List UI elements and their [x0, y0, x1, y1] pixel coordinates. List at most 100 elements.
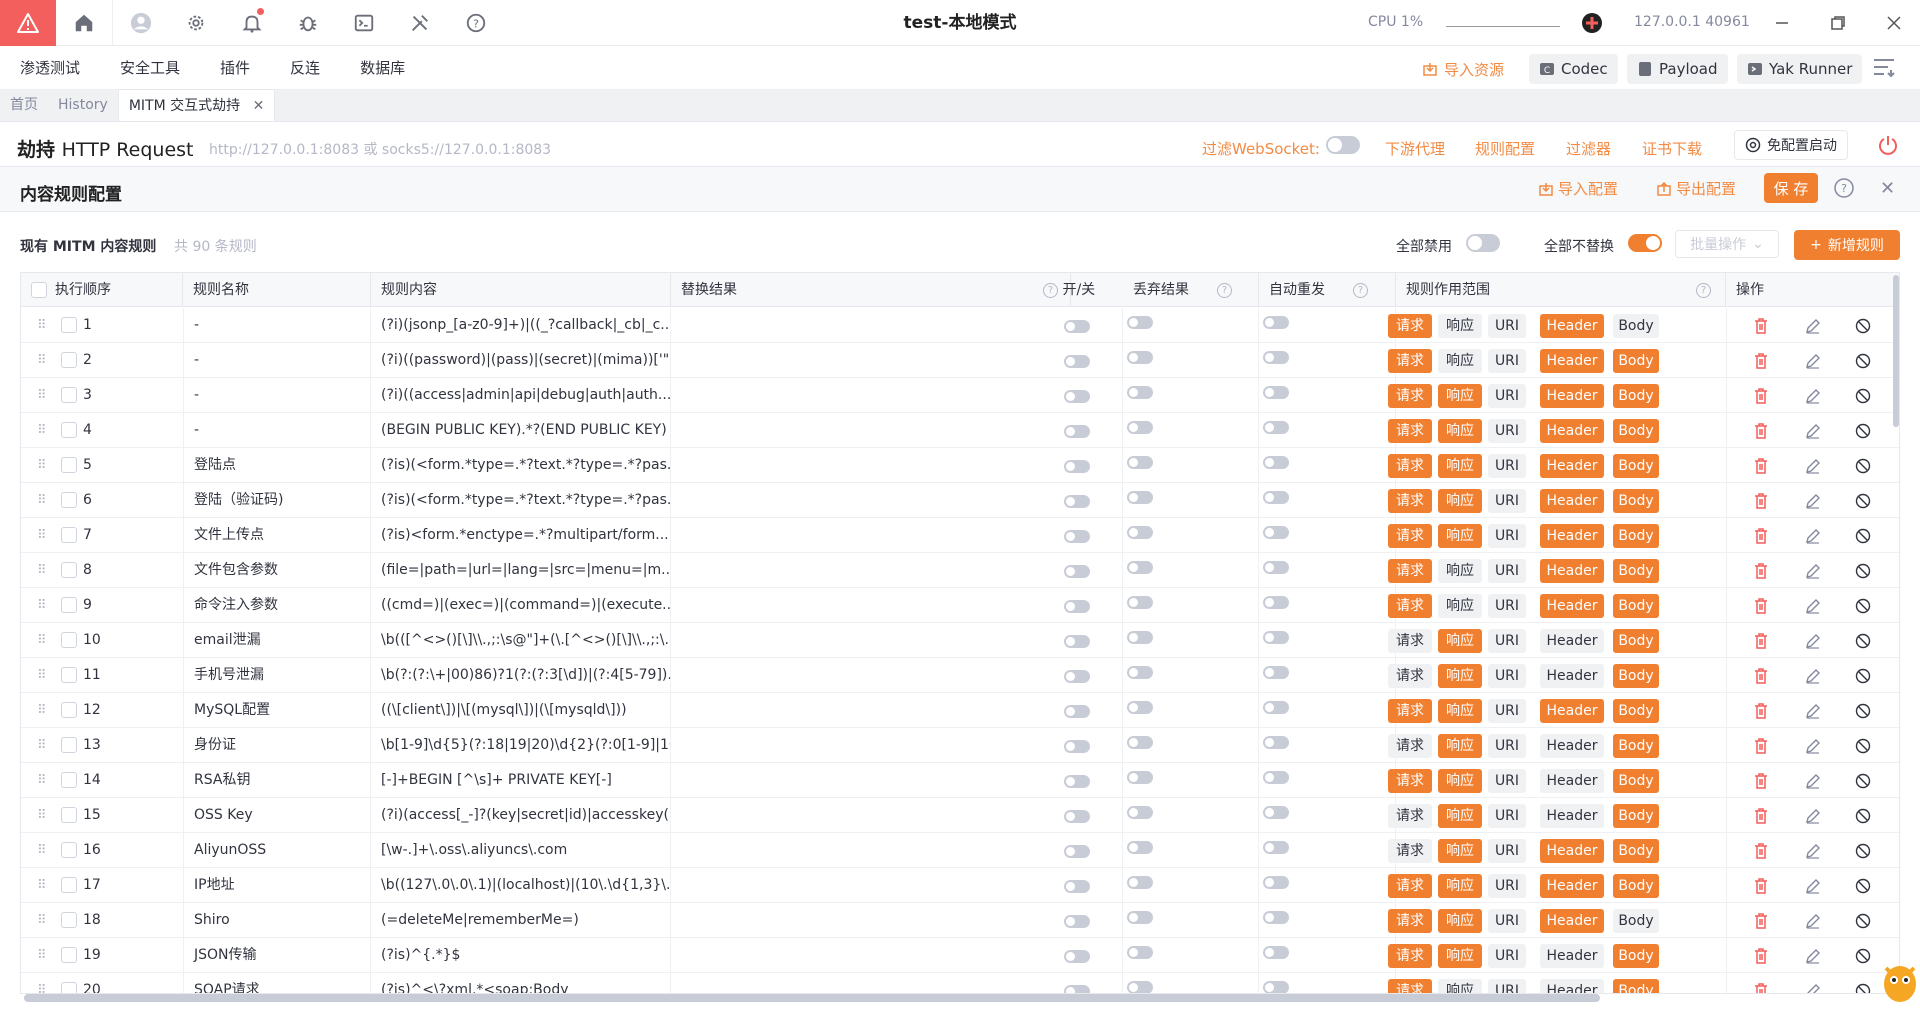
row-checkbox[interactable] [60, 702, 77, 718]
edit-icon[interactable] [1803, 841, 1823, 861]
menu-plugins[interactable]: 插件 [200, 57, 270, 78]
scope-tag[interactable]: Body [1613, 384, 1659, 408]
table-row[interactable]: ⠿ 11 手机号泄漏 \b(?:(?:\+|00)86)?1(?:(?:3[\d])… [21, 658, 1899, 693]
rule-onoff-toggle[interactable] [1064, 985, 1090, 993]
scope-tag[interactable]: 请求 [1388, 699, 1432, 723]
drag-handle-icon[interactable]: ⠿ [37, 528, 47, 543]
scope-tag[interactable]: URI [1488, 769, 1526, 793]
scope-tag[interactable]: 响应 [1438, 629, 1482, 653]
disable-icon[interactable] [1853, 561, 1873, 581]
table-row[interactable]: ⠿ 1- (?i)(jsonp_[a-z0-9]+)|((_?callback|_… [21, 308, 1899, 343]
delete-icon[interactable] [1751, 736, 1771, 756]
drag-handle-icon[interactable]: ⠿ [37, 388, 47, 403]
disable-icon[interactable] [1853, 701, 1873, 721]
menu-reverse[interactable]: 反连 [270, 57, 340, 78]
help-icon[interactable]: ? [448, 0, 504, 46]
edit-icon[interactable] [1803, 701, 1823, 721]
edit-icon[interactable] [1803, 526, 1823, 546]
table-row[interactable]: ⠿ 12 MySQL配置 ((\[client\])|\[(mysql\])|(\[… [21, 693, 1899, 728]
scope-tag[interactable]: Header [1540, 699, 1604, 723]
edit-icon[interactable] [1803, 316, 1823, 336]
rule-onoff-toggle[interactable] [1064, 845, 1090, 862]
scope-help-icon[interactable]: ? [1696, 282, 1711, 298]
drag-handle-icon[interactable]: ⠿ [37, 353, 47, 368]
scope-tag[interactable]: 请求 [1388, 769, 1432, 793]
batch-ops-dropdown[interactable]: 批量操作 ⌄ [1675, 230, 1779, 258]
row-checkbox[interactable] [60, 387, 77, 403]
notification-bell-icon[interactable] [224, 0, 280, 46]
scope-tag[interactable]: 响应 [1438, 734, 1482, 758]
scope-tag[interactable]: Body [1613, 839, 1659, 863]
scope-tag[interactable]: 请求 [1388, 804, 1432, 828]
scope-tag[interactable]: 请求 [1388, 419, 1432, 443]
scope-tag[interactable]: 请求 [1388, 349, 1432, 373]
drag-handle-icon[interactable]: ⠿ [37, 948, 47, 963]
scope-tag[interactable]: 响应 [1438, 489, 1482, 513]
row-checkbox[interactable] [60, 842, 77, 858]
scope-tag[interactable]: Header [1540, 979, 1604, 993]
scope-tag[interactable]: Header [1540, 384, 1604, 408]
table-row[interactable]: ⠿ 14 RSA私钥 [-]+BEGIN [^\s]+ PRIVATE KEY[-]… [21, 763, 1899, 798]
new-rule-button[interactable]: + 新增规则 [1794, 230, 1900, 260]
rule-onoff-toggle[interactable] [1064, 950, 1090, 967]
row-checkbox[interactable] [60, 457, 77, 473]
rule-onoff-toggle[interactable] [1064, 390, 1090, 407]
delete-icon[interactable] [1751, 946, 1771, 966]
auto-replay-help-icon[interactable]: ? [1353, 282, 1368, 298]
scope-tag[interactable]: 请求 [1388, 314, 1432, 338]
scope-tag[interactable]: 响应 [1438, 874, 1482, 898]
export-config-button[interactable]: 导出配置 [1656, 178, 1736, 199]
horizontal-scrollbar[interactable] [24, 994, 1600, 1002]
scope-tag[interactable]: URI [1488, 594, 1526, 618]
scope-tag[interactable]: 请求 [1388, 874, 1432, 898]
scope-tag[interactable]: Header [1540, 314, 1604, 338]
rule-onoff-toggle[interactable] [1064, 670, 1090, 687]
scope-tag[interactable]: 响应 [1438, 979, 1482, 993]
scope-tag[interactable]: 响应 [1438, 559, 1482, 583]
scope-tag[interactable]: 请求 [1388, 839, 1432, 863]
rule-onoff-toggle[interactable] [1064, 425, 1090, 442]
disable-icon[interactable] [1853, 316, 1873, 336]
filter-link[interactable]: 过滤器 [1566, 138, 1611, 159]
delete-icon[interactable] [1751, 561, 1771, 581]
delete-icon[interactable] [1751, 771, 1771, 791]
row-checkbox[interactable] [60, 807, 77, 823]
drag-handle-icon[interactable]: ⠿ [37, 738, 47, 753]
rule-onoff-toggle[interactable] [1064, 320, 1090, 337]
drag-handle-icon[interactable]: ⠿ [37, 318, 47, 333]
disable-icon[interactable] [1853, 596, 1873, 616]
edit-icon[interactable] [1803, 421, 1823, 441]
edit-icon[interactable] [1803, 736, 1823, 756]
row-checkbox[interactable] [60, 667, 77, 683]
table-row[interactable]: ⠿ 15 OSS Key (?i)(access[_-]?(key|secret|i… [21, 798, 1899, 833]
scope-tag[interactable]: 响应 [1438, 944, 1482, 968]
drag-handle-icon[interactable]: ⠿ [37, 633, 47, 648]
row-checkbox[interactable] [60, 352, 77, 368]
scope-tag[interactable]: URI [1488, 349, 1526, 373]
terminal-icon[interactable] [336, 0, 392, 46]
edit-icon[interactable] [1803, 351, 1823, 371]
scope-tag[interactable]: Header [1540, 944, 1604, 968]
import-config-button[interactable]: 导入配置 [1538, 178, 1618, 199]
scope-tag[interactable]: 响应 [1438, 699, 1482, 723]
scope-tag[interactable]: 请求 [1388, 629, 1432, 653]
table-row[interactable]: ⠿ 3- (?i)((access|admin|api|debug|auth|au… [21, 378, 1899, 413]
table-row[interactable]: ⠿ 19 JSON传输 (?is)^{.*}$ 请求 响应 URI Header Body [21, 938, 1899, 973]
scope-tag[interactable]: 请求 [1388, 489, 1432, 513]
scope-tag[interactable]: Body [1613, 909, 1659, 933]
row-checkbox[interactable] [60, 947, 77, 963]
disable-icon[interactable] [1853, 771, 1873, 791]
drag-handle-icon[interactable]: ⠿ [37, 913, 47, 928]
rule-onoff-toggle[interactable] [1064, 740, 1090, 757]
drag-handle-icon[interactable]: ⠿ [37, 493, 47, 508]
scope-tag[interactable]: Header [1540, 349, 1604, 373]
disable-icon[interactable] [1853, 631, 1873, 651]
scope-tag[interactable]: Header [1540, 629, 1604, 653]
scope-tag[interactable]: 响应 [1438, 839, 1482, 863]
drag-handle-icon[interactable]: ⠿ [37, 773, 47, 788]
menu-security-tools[interactable]: 安全工具 [100, 57, 200, 78]
table-row[interactable]: ⠿ 4- (BEGIN PUBLIC KEY).*?(END PUBLIC KEY… [21, 413, 1899, 448]
rule-onoff-toggle[interactable] [1064, 600, 1090, 617]
delete-icon[interactable] [1751, 841, 1771, 861]
scope-tag[interactable]: 请求 [1388, 594, 1432, 618]
